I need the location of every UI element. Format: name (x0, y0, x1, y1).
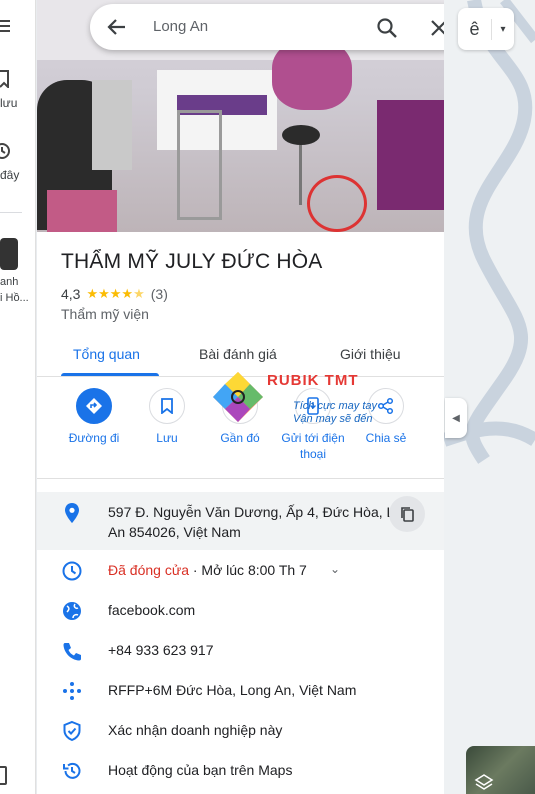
claim-business-link[interactable]: Xác nhận doanh nghiệp này (108, 720, 282, 740)
dropdown-arrow-icon[interactable]: ▾ (492, 24, 514, 35)
device-icon[interactable] (0, 766, 8, 786)
rail-divider (0, 212, 22, 213)
back-arrow-icon[interactable] (106, 16, 128, 38)
map-layer-control[interactable]: ê ▾ (458, 8, 514, 50)
plus-code-icon (63, 682, 81, 700)
chevron-left-icon: ◀ (452, 412, 460, 424)
nearby-icon (233, 397, 247, 415)
action-buttons: Đường đi Lưu Gần đó Gửi tới điện thoại C… (37, 388, 444, 478)
send-to-phone-label: Gửi tới điện thoại (281, 431, 345, 461)
tab-reviews[interactable]: Bài đánh giá (199, 346, 277, 362)
website-row[interactable]: facebook.com (37, 600, 444, 624)
recent-label[interactable]: đây (0, 168, 19, 182)
address-line1: 597 Đ. Nguyễn Văn Dương, Ấp 4, Đức Hòa, … (108, 504, 395, 520)
phone-icon (63, 643, 81, 661)
map-canvas[interactable] (444, 0, 535, 794)
directions-label: Đường đi (68, 431, 120, 445)
share-button[interactable]: Chia sẻ (346, 388, 426, 446)
plus-code-row[interactable]: RFFP+6M Đức Hòa, Long An, Việt Nam (37, 680, 444, 704)
recent-place-line2[interactable]: i Hồ... (0, 292, 29, 304)
active-tab-indicator (61, 373, 159, 376)
send-to-phone-button[interactable]: Gửi tới điện thoại (273, 388, 353, 462)
star-rating-icon: ★★★★★ (86, 286, 145, 301)
hours-next-open: · Mở lúc 8:00 Th 7 (188, 562, 307, 578)
rating-row: 4,3 ★★★★★ (3) (61, 286, 168, 302)
recent-place-thumbnail[interactable] (0, 238, 18, 270)
share-label: Chia sẻ (365, 431, 407, 445)
bookmark-icon (161, 398, 173, 414)
search-bar[interactable]: Long An (90, 4, 444, 50)
rating-value: 4,3 (61, 286, 81, 302)
phone-number[interactable]: +84 933 623 917 (108, 640, 214, 660)
directions-button[interactable]: Đường đi (54, 388, 134, 446)
section-divider (37, 478, 444, 479)
bookmark-icon[interactable] (0, 70, 10, 88)
send-to-phone-icon (307, 397, 319, 415)
address-line2: An 854026, Việt Nam (108, 524, 241, 540)
nearby-button[interactable]: Gần đó (200, 388, 280, 446)
activity-link[interactable]: Hoạt động của bạn trên Maps (108, 760, 292, 780)
search-icon[interactable] (376, 17, 398, 39)
recent-place-line1[interactable]: anh (0, 276, 18, 288)
collapse-panel-button[interactable]: ◀ (445, 398, 467, 438)
menu-icon[interactable] (0, 20, 10, 32)
globe-icon (63, 602, 81, 620)
address-row[interactable]: 597 Đ. Nguyễn Văn Dương, Ấp 4, Đức Hòa, … (37, 492, 444, 550)
history-icon (63, 762, 81, 779)
hours-status: Đã đóng cửa (108, 562, 189, 578)
satellite-layer-thumbnail[interactable] (466, 746, 535, 794)
save-button[interactable]: Lưu (127, 388, 207, 446)
copy-icon (401, 507, 414, 522)
place-tabs: Tổng quan Bài đánh giá Giới thiệu (37, 336, 444, 377)
review-count[interactable]: (3) (151, 286, 168, 302)
directions-icon (86, 398, 102, 414)
clock-icon (62, 561, 82, 581)
share-icon (377, 397, 394, 415)
save-label: Lưu (156, 431, 178, 445)
place-title: THẨM MỸ JULY ĐỨC HÒA (61, 250, 323, 273)
nearby-label: Gần đó (220, 431, 260, 445)
tab-overview[interactable]: Tổng quan (73, 346, 140, 362)
hours-row[interactable]: Đã đóng cửa · Mở lúc 8:00 Th 7 ⌄ (37, 560, 444, 584)
map-layer-button[interactable]: ê (458, 18, 492, 40)
layers-icon (474, 774, 494, 790)
claim-business-row[interactable]: Xác nhận doanh nghiệp này (37, 720, 444, 744)
close-icon[interactable] (428, 17, 444, 39)
place-panel: Long An THẨM MỸ JULY ĐỨC HÒA 4,3 ★★★★★ (… (37, 0, 444, 794)
saved-label[interactable]: lưu (0, 96, 17, 110)
map-roads (444, 0, 535, 464)
website-link[interactable]: facebook.com (108, 600, 195, 620)
place-category[interactable]: Thẩm mỹ viện (61, 306, 149, 322)
history-icon[interactable] (0, 142, 12, 160)
chevron-down-icon[interactable]: ⌄ (330, 562, 340, 576)
left-rail: lưu đây anh i Hồ... (0, 0, 36, 794)
plus-code: RFFP+6M Đức Hòa, Long An, Việt Nam (108, 682, 357, 698)
search-input[interactable]: Long An (153, 18, 208, 35)
copy-address-button[interactable] (389, 496, 425, 532)
verified-shield-icon (63, 720, 81, 742)
tab-about[interactable]: Giới thiệu (340, 346, 401, 362)
location-pin-icon (65, 503, 79, 523)
activity-row[interactable]: Hoạt động của bạn trên Maps (37, 760, 444, 784)
phone-row[interactable]: +84 933 623 917 (37, 640, 444, 664)
